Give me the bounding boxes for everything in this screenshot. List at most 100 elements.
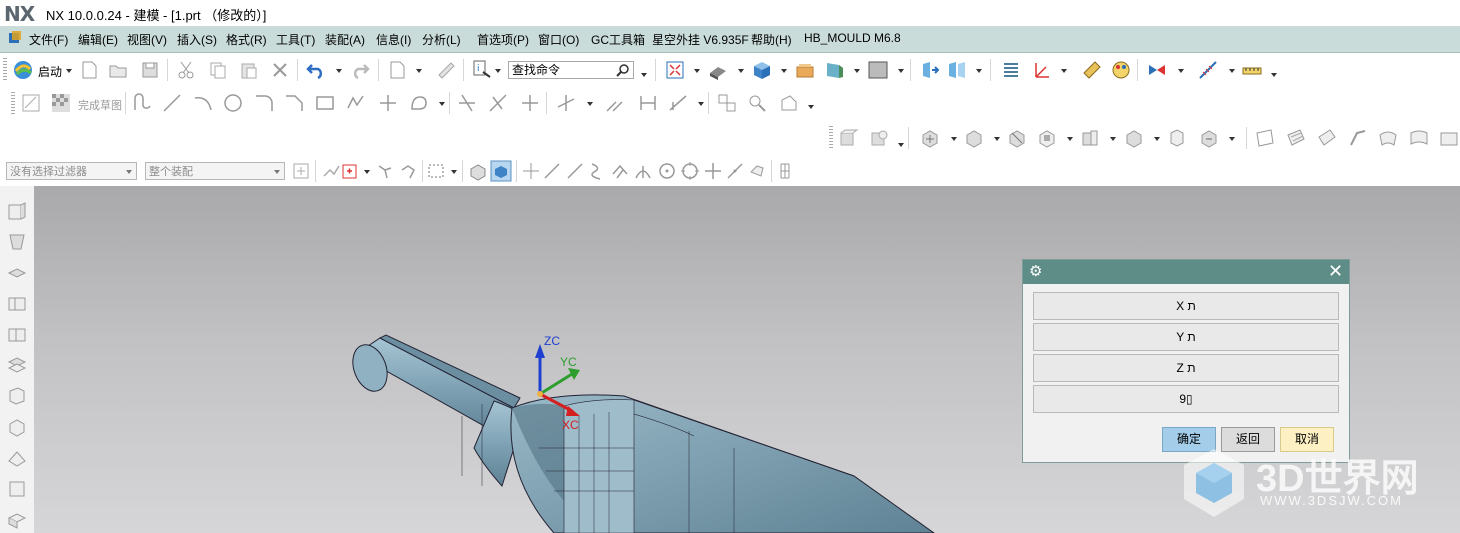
constraint-dropdown-icon[interactable]: [976, 69, 982, 73]
snap-quadrant-icon[interactable]: [679, 160, 701, 182]
cut-icon[interactable]: [175, 59, 197, 81]
offset-curve-icon[interactable]: [408, 92, 430, 114]
snap-center-icon[interactable]: [656, 160, 678, 182]
menu-view[interactable]: 视图(V): [127, 31, 167, 48]
intersect-icon[interactable]: [1006, 127, 1028, 149]
finish-sketch-icon[interactable]: [50, 92, 72, 114]
resource-reuse-library-icon[interactable]: [6, 292, 28, 314]
menu-assembly[interactable]: 装配(A): [325, 31, 365, 48]
polygon-icon[interactable]: [344, 92, 366, 114]
quick-trim-icon[interactable]: [456, 92, 478, 114]
arc-icon[interactable]: [192, 92, 214, 114]
ruler-icon[interactable]: [1241, 59, 1263, 81]
search-input[interactable]: 查找命令: [508, 61, 634, 79]
selection-intent-icon[interactable]: [340, 160, 362, 182]
command-finder-icon[interactable]: i: [471, 58, 493, 80]
option-z-button[interactable]: Z ת: [1033, 354, 1339, 382]
through-mesh-icon[interactable]: [1316, 127, 1338, 149]
menu-info[interactable]: 信息(I): [376, 31, 411, 48]
ruler-dropdown-icon[interactable]: [1271, 73, 1277, 77]
chamfer-icon[interactable]: [283, 92, 305, 114]
mirror-dropdown-icon[interactable]: [587, 102, 593, 106]
snap-midpoint-icon[interactable]: [541, 160, 563, 182]
orient-dropdown-icon[interactable]: [781, 69, 787, 73]
assembly-scope-dropdown[interactable]: 整个装配: [145, 162, 285, 180]
circle-icon[interactable]: [222, 92, 244, 114]
wcs-dropdown-icon[interactable]: [1061, 69, 1067, 73]
start-button[interactable]: 启动: [38, 63, 62, 80]
shaded-edges-icon[interactable]: [707, 59, 729, 81]
sketch-icon[interactable]: [20, 92, 42, 114]
start-icon[interactable]: [12, 59, 34, 81]
related-icon[interactable]: [398, 160, 420, 182]
subtract-icon[interactable]: [963, 127, 985, 149]
color-palette-icon[interactable]: [1110, 59, 1132, 81]
resource-roles-icon[interactable]: [6, 478, 28, 500]
box-select-icon[interactable]: [426, 160, 448, 182]
resource-process-studio-icon[interactable]: [6, 447, 28, 469]
snap-endpoint-icon[interactable]: [520, 160, 542, 182]
face-blend-icon[interactable]: [1438, 127, 1460, 149]
undo-dropdown-icon[interactable]: [336, 69, 342, 73]
finder-dropdown-icon[interactable]: [495, 69, 501, 73]
constraint-icon[interactable]: [946, 59, 968, 81]
relations-browser-icon[interactable]: [747, 92, 769, 114]
measure-distance-icon[interactable]: [1197, 59, 1219, 81]
wcs-icon[interactable]: [1031, 59, 1053, 81]
search-dropdown-icon[interactable]: [641, 73, 647, 77]
bg-dropdown-icon[interactable]: [898, 69, 904, 73]
offset-face-icon[interactable]: [1079, 127, 1101, 149]
snap-control-icon[interactable]: [586, 160, 608, 182]
start-dropdown-icon[interactable]: [66, 69, 72, 73]
snap-arc-center-icon[interactable]: [632, 160, 654, 182]
mirror-feature-icon[interactable]: [1198, 127, 1220, 149]
snap-point-icon[interactable]: [1146, 59, 1168, 81]
menu-format[interactable]: 格式(R): [226, 31, 267, 48]
doc-dropdown-icon[interactable]: [416, 69, 422, 73]
shell-icon[interactable]: [1036, 127, 1058, 149]
n-sided-surface-icon[interactable]: [1377, 127, 1399, 149]
menu-preferences[interactable]: 首选项(P): [477, 31, 529, 48]
snap-bounded-icon[interactable]: [747, 160, 769, 182]
point-icon[interactable]: [377, 92, 399, 114]
snap-line-icon[interactable]: [564, 160, 586, 182]
menu-tools[interactable]: 工具(T): [276, 31, 315, 48]
resource-system-scene-icon[interactable]: [6, 508, 28, 530]
snap-dropdown-icon[interactable]: [1178, 69, 1184, 73]
menu-plugin[interactable]: 星空外挂 V6.935F: [652, 31, 749, 48]
select-component-icon[interactable]: [490, 160, 512, 182]
copy-icon[interactable]: [207, 59, 229, 81]
close-icon[interactable]: ✕: [1328, 262, 1346, 280]
option-x-button[interactable]: X ת: [1033, 292, 1339, 320]
snap-point-on-curve-icon[interactable]: [702, 160, 724, 182]
alternate-solution-icon[interactable]: [716, 92, 738, 114]
edit-object-icon[interactable]: [1081, 59, 1103, 81]
rapid-dimension-icon[interactable]: [637, 92, 659, 114]
move-component-icon[interactable]: [919, 59, 941, 81]
option-9-button[interactable]: 9▯: [1033, 385, 1339, 413]
studio-surface-icon[interactable]: [1408, 127, 1430, 149]
menu-gc-toolbox[interactable]: GC工具箱: [591, 31, 645, 48]
resource-constraint-nav-icon[interactable]: [6, 261, 28, 283]
fit-dropdown-icon[interactable]: [694, 69, 700, 73]
pattern-icon[interactable]: [1166, 127, 1188, 149]
paste-icon[interactable]: [238, 59, 260, 81]
fillet-icon[interactable]: [253, 92, 275, 114]
open-folder-icon[interactable]: [107, 59, 129, 81]
feature-icon[interactable]: [375, 160, 397, 182]
view-orient-icon[interactable]: [751, 59, 773, 81]
menu-analysis[interactable]: 分析(L): [422, 31, 461, 48]
menu-insert[interactable]: 插入(S): [177, 31, 217, 48]
menu-edit[interactable]: 编辑(E): [78, 31, 118, 48]
grid-icon[interactable]: [776, 160, 798, 182]
select-all-icon[interactable]: [290, 160, 312, 182]
unite-icon[interactable]: [919, 127, 941, 149]
resource-web-browser-icon[interactable]: [6, 354, 28, 376]
blank-doc-icon[interactable]: [386, 59, 408, 81]
geometric-constraint-icon[interactable]: [604, 92, 626, 114]
sketch-settings-icon[interactable]: [778, 92, 800, 114]
delete-icon[interactable]: [269, 59, 291, 81]
fit-view-icon[interactable]: [664, 59, 686, 81]
swept-icon[interactable]: [1347, 127, 1369, 149]
selection-filter-dropdown[interactable]: 没有选择过滤器: [6, 162, 137, 180]
